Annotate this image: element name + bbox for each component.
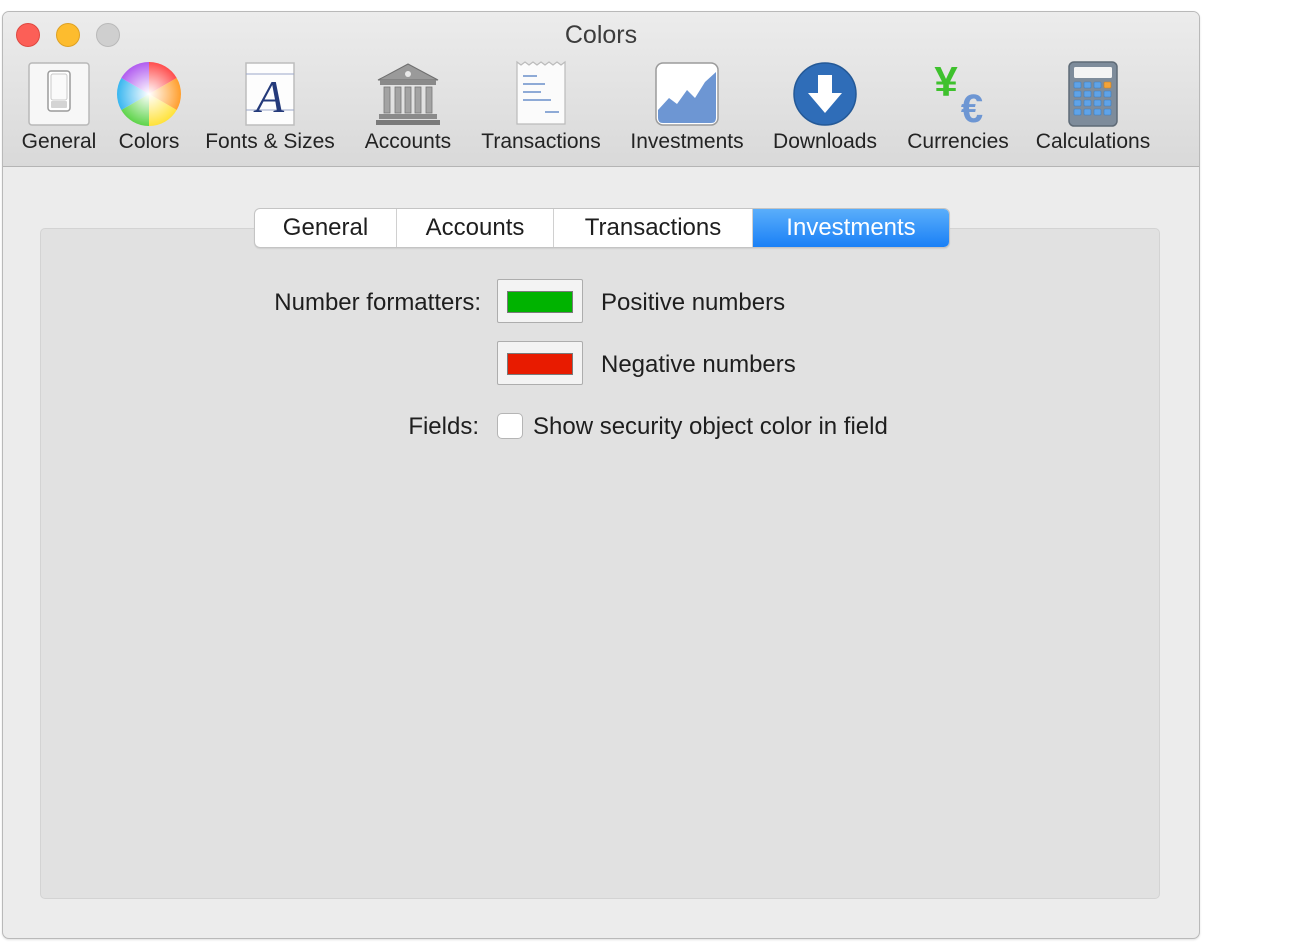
download-icon — [791, 60, 859, 128]
negative-numbers-label: Negative numbers — [601, 351, 796, 378]
tab-general[interactable]: General — [255, 209, 397, 247]
positive-color-well[interactable] — [497, 279, 583, 323]
toolbar-item-general[interactable]: General — [13, 60, 105, 160]
toolbar-label: Investments — [630, 130, 744, 153]
currency-icon: ¥ € — [924, 60, 992, 128]
tab-investments[interactable]: Investments — [753, 209, 949, 247]
negative-color-swatch — [507, 353, 573, 375]
bank-icon — [374, 60, 442, 128]
tab-bar: General Accounts Transactions Investment… — [254, 208, 950, 248]
negative-color-well[interactable] — [497, 341, 583, 385]
receipt-icon — [507, 60, 575, 128]
chart-icon — [653, 60, 721, 128]
toolbar-label: Transactions — [481, 130, 601, 153]
toolbar-item-accounts[interactable]: Accounts — [355, 60, 461, 160]
svg-text:A: A — [253, 71, 285, 122]
titlebar-toolbar: Colors General Colors A Fonts & Sizes Ac… — [3, 12, 1199, 167]
calculator-icon — [1059, 60, 1127, 128]
toolbar-item-calculations[interactable]: Calculations — [1027, 60, 1159, 160]
toolbar-item-transactions[interactable]: Transactions — [471, 60, 611, 160]
tab-panel — [40, 228, 1160, 899]
security-color-checkbox[interactable] — [497, 413, 523, 439]
number-formatters-label: Number formatters: — [274, 289, 481, 316]
toolbar-label: Downloads — [773, 130, 877, 153]
toolbar-item-fonts-sizes[interactable]: A Fonts & Sizes — [195, 60, 345, 160]
color-wheel-icon — [115, 60, 183, 128]
font-icon: A — [236, 60, 304, 128]
svg-text:€: € — [961, 87, 983, 128]
preferences-content: General Accounts Transactions Investment… — [3, 167, 1199, 938]
general-switch-icon — [25, 60, 93, 128]
toolbar-label: Calculations — [1035, 130, 1151, 153]
toolbar-label: Fonts & Sizes — [205, 130, 335, 153]
security-color-checkbox-label[interactable]: Show security object color in field — [533, 413, 888, 441]
toolbar-item-downloads[interactable]: Downloads — [763, 60, 887, 160]
toolbar-label: General — [21, 130, 97, 153]
svg-text:¥: ¥ — [934, 60, 958, 105]
window-title: Colors — [564, 21, 638, 49]
toolbar-item-colors[interactable]: Colors — [111, 60, 187, 160]
toolbar-item-investments[interactable]: Investments — [621, 60, 753, 160]
positive-numbers-label: Positive numbers — [601, 289, 786, 316]
fields-label: Fields: — [408, 413, 479, 440]
positive-color-swatch — [507, 291, 573, 313]
toolbar-label: Accounts — [364, 130, 452, 153]
tab-transactions[interactable]: Transactions — [554, 209, 753, 247]
toolbar-item-currencies[interactable]: ¥ € Currencies — [897, 60, 1019, 160]
toolbar-label: Currencies — [907, 130, 1009, 153]
preferences-window: Colors General Colors A Fonts & Sizes Ac… — [2, 11, 1200, 939]
toolbar-label: Colors — [118, 130, 180, 153]
tab-accounts[interactable]: Accounts — [397, 209, 554, 247]
